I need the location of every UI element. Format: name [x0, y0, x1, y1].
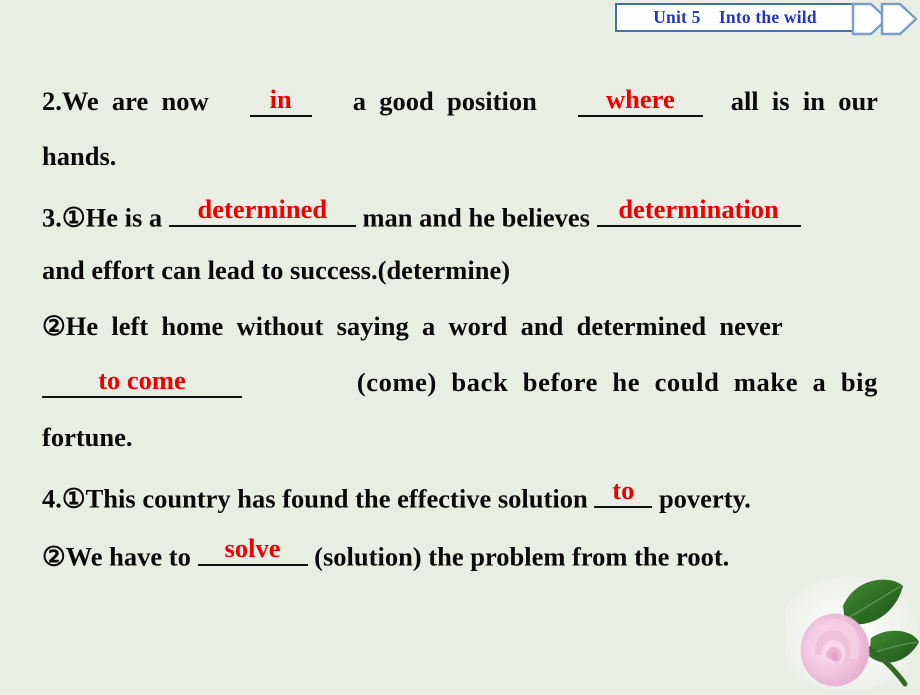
q2-text-after: all is in our: [730, 86, 878, 116]
q4-sub2-text-a: ②We have to: [42, 541, 198, 572]
pink-rose-flower-image: [777, 572, 920, 692]
question-3-line-3: ②He left home without saying a word and …: [42, 313, 878, 340]
question-2-line-1: 2.We are now in a good position where al…: [42, 84, 878, 117]
q2-blank-2[interactable]: where: [577, 84, 703, 117]
question-3-line-4: to come (come) back before he could make…: [42, 365, 878, 398]
q4-sub2-text-b: (solution) the problem from the root.: [307, 541, 730, 572]
q2-answer-2: where: [606, 84, 675, 114]
q3-blank-3[interactable]: to come: [42, 365, 242, 398]
question-3-line-1: 3.①He is a determined man and he believe…: [42, 194, 801, 233]
question-3-line-2: and effort can lead to success.(determin…: [42, 255, 511, 285]
q4-answer-2: solve: [224, 533, 281, 563]
q4-answer-1: to: [612, 475, 635, 505]
q2-answer-1: in: [269, 84, 292, 114]
q2-blank-1[interactable]: in: [249, 84, 312, 117]
question-4-line-1: 4.①This country has found the effective …: [42, 475, 751, 514]
q3-sub2-text: ②He left home without saying a word and …: [42, 311, 783, 341]
q3-text-a: 3.①He is a: [42, 202, 169, 233]
q2-text-before: 2.We are now: [42, 86, 222, 116]
q3-answer-1: determined: [197, 194, 328, 224]
question-4-line-2: ②We have to solve (solution) the problem…: [42, 533, 730, 572]
q4-blank-1[interactable]: to: [594, 475, 653, 508]
q4-blank-2[interactable]: solve: [197, 533, 308, 566]
q3-answer-2: determination: [618, 194, 779, 224]
header-banner: Unit 5 Into the wild: [0, 0, 920, 38]
q3-text-after: (come) back before he could make a big: [356, 367, 878, 397]
q3-blank-2[interactable]: determination: [596, 194, 801, 227]
unit-banner-plate: Unit 5 Into the wild: [615, 3, 855, 32]
double-chevron-right-icon: [851, 1, 920, 37]
q4-text-b: poverty.: [652, 483, 751, 514]
q3-blank-1[interactable]: determined: [168, 194, 356, 227]
question-3-line-5: fortune.: [42, 422, 133, 452]
q3-answer-3: to come: [98, 365, 186, 395]
q4-text-a: 4.①This country has found the effective …: [42, 483, 595, 514]
question-2-line-2: hands.: [42, 141, 117, 171]
q2-text-mid: a good position: [339, 86, 551, 116]
q3-text-b: man and he believes: [355, 202, 597, 233]
unit-banner-title: Unit 5 Into the wild: [653, 7, 817, 27]
